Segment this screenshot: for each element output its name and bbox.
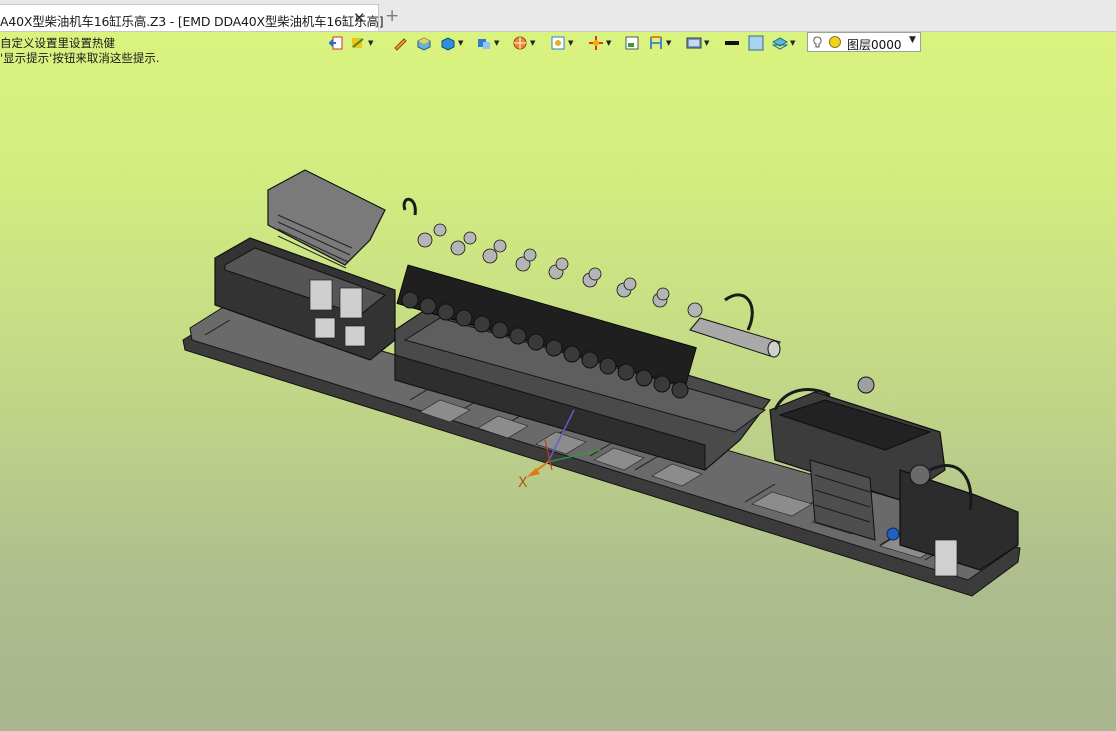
- line-color-icon: [725, 41, 739, 45]
- chevron-down-icon: ▼: [790, 39, 796, 47]
- x-axis-label: X: [518, 475, 528, 491]
- window-button[interactable]: [624, 34, 640, 52]
- box-icon: [417, 37, 431, 51]
- box-button[interactable]: [416, 34, 432, 52]
- view-icon: [478, 39, 490, 49]
- dimension-icon: [650, 36, 662, 49]
- fill-color-button[interactable]: [748, 34, 764, 52]
- snap-icon: [589, 36, 603, 50]
- chevron-down-icon: ▼: [530, 39, 536, 47]
- dimension-button[interactable]: ▼: [648, 34, 671, 52]
- render-icon: [513, 36, 527, 50]
- chevron-down-icon: ▼: [666, 39, 672, 47]
- locomotive-model: [182, 169, 1021, 597]
- layer-manager-button[interactable]: ▼: [772, 34, 795, 52]
- exit-sketch-button[interactable]: [328, 34, 344, 52]
- line-color-button[interactable]: [724, 34, 740, 52]
- filter-button[interactable]: ▼: [550, 34, 573, 52]
- filter-icon: [551, 36, 565, 50]
- layer-state-icons: [813, 36, 841, 48]
- pencil-icon: [394, 38, 407, 51]
- layer-icon: [772, 37, 788, 50]
- 3d-viewport[interactable]: X: [0, 0, 1116, 731]
- render-button[interactable]: ▼: [512, 34, 535, 52]
- pencil-button[interactable]: [392, 34, 408, 52]
- shading-icon: [352, 38, 364, 48]
- snap-button[interactable]: ▼: [588, 34, 611, 52]
- chevron-down-icon: ▼: [704, 39, 710, 47]
- chevron-down-icon[interactable]: ▼: [909, 35, 916, 45]
- display-icon: [686, 37, 702, 49]
- display-button[interactable]: ▼: [686, 34, 709, 52]
- fill-color-icon: [748, 35, 764, 51]
- shading-button[interactable]: ▼: [350, 34, 373, 52]
- chevron-down-icon: ▼: [494, 39, 500, 47]
- solid-button[interactable]: ▼: [440, 34, 463, 52]
- chevron-down-icon: ▼: [458, 39, 464, 47]
- solid-icon: [441, 37, 455, 51]
- chevron-down-icon: ▼: [568, 39, 574, 47]
- layer-select[interactable]: 图层0000 ▼: [807, 32, 921, 52]
- layer-name: 图层0000: [847, 38, 902, 52]
- exit-sketch-icon: [328, 36, 343, 50]
- chevron-down-icon: ▼: [368, 39, 374, 47]
- view-button[interactable]: ▼: [476, 34, 499, 52]
- chevron-down-icon: ▼: [606, 39, 612, 47]
- window-icon: [625, 36, 639, 50]
